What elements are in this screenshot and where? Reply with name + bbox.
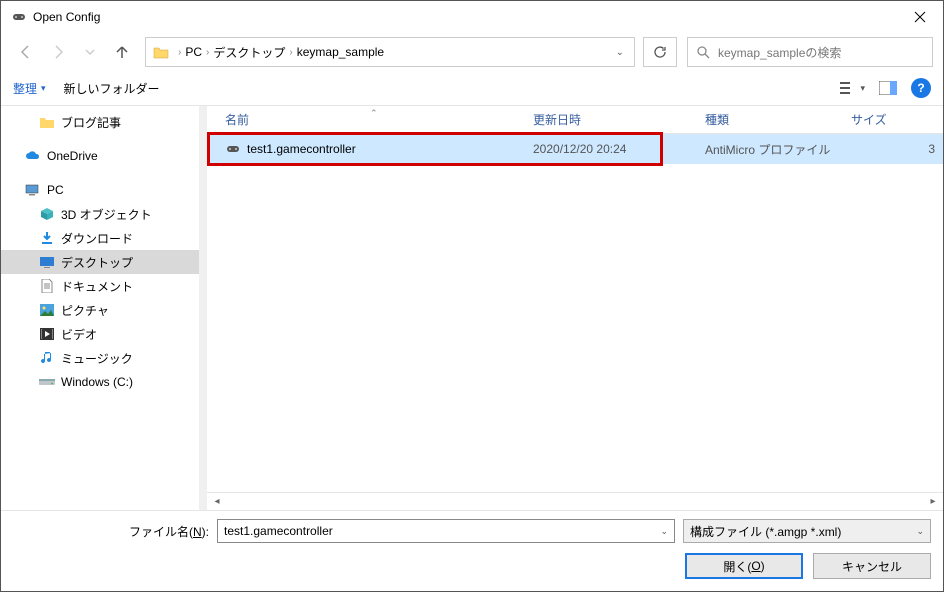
preview-pane-button[interactable]: [879, 81, 897, 95]
file-list: ⌃名前 更新日時 種類 サイズ test1.gamecontroller 202…: [207, 106, 943, 510]
organize-menu[interactable]: 整理▾: [13, 80, 46, 97]
desktop-icon: [39, 254, 55, 270]
search-input[interactable]: keymap_sampleの検索: [687, 37, 933, 67]
chevron-right-icon: ›: [289, 47, 292, 58]
app-icon: [11, 9, 27, 25]
filename-label: ファイル名(N):: [129, 523, 209, 540]
back-button[interactable]: [11, 38, 41, 66]
tree-item-onedrive[interactable]: OneDrive: [1, 144, 199, 168]
nav-row: › PC › デスクトップ › keymap_sample ⌄ keymap_s…: [1, 33, 943, 71]
tree-item-music[interactable]: ミュージック: [1, 346, 199, 370]
open-button[interactable]: 開く(O): [685, 553, 803, 579]
help-button[interactable]: ?: [911, 78, 931, 98]
horizontal-scrollbar[interactable]: ◂ ▸: [207, 492, 943, 510]
crumb-desktop[interactable]: デスクトップ: [213, 44, 285, 61]
file-type: AntiMicro プロファイル: [705, 141, 847, 158]
filetype-select[interactable]: 構成ファイル (*.amgp *.xml)⌄: [683, 519, 931, 543]
col-header-date[interactable]: 更新日時: [533, 111, 705, 128]
window-title: Open Config: [33, 10, 100, 24]
address-dropdown[interactable]: ⌄: [616, 47, 628, 58]
search-placeholder: keymap_sampleの検索: [718, 44, 841, 61]
tree-item-3dobjects[interactable]: 3D オブジェクト: [1, 202, 199, 226]
toolbar: 整理▾ 新しいフォルダー ▾ ?: [1, 71, 943, 105]
col-header-name[interactable]: ⌃名前: [207, 111, 533, 128]
tree-item-blog[interactable]: ブログ記事: [1, 110, 199, 134]
list-header: ⌃名前 更新日時 種類 サイズ: [207, 106, 943, 134]
tree-item-videos[interactable]: ビデオ: [1, 322, 199, 346]
chevron-down-icon[interactable]: ⌄: [916, 526, 924, 537]
folder-icon: [152, 43, 170, 61]
pc-icon: [25, 182, 41, 198]
crumb-folder[interactable]: keymap_sample: [297, 45, 384, 59]
tree-item-documents[interactable]: ドキュメント: [1, 274, 199, 298]
chevron-right-icon: ›: [206, 47, 209, 58]
crumb-pc[interactable]: PC: [185, 45, 202, 59]
document-icon: [39, 278, 55, 294]
titlebar: Open Config: [1, 1, 943, 33]
forward-button[interactable]: [43, 38, 73, 66]
download-icon: [39, 230, 55, 246]
dialog-footer: ファイル名(N): test1.gamecontroller⌄ 構成ファイル (…: [1, 510, 943, 591]
scroll-right-icon[interactable]: ▸: [925, 496, 941, 507]
splitter[interactable]: [199, 106, 207, 510]
cloud-icon: [25, 148, 41, 164]
sort-asc-icon: ⌃: [370, 108, 378, 119]
dialog-body: ブログ記事 OneDrive PC 3D オブジェクト ダウンロード デスクトッ…: [1, 106, 943, 510]
refresh-button[interactable]: [643, 37, 677, 67]
chevron-down-icon[interactable]: ⌄: [660, 526, 668, 537]
file-size: 3: [847, 142, 943, 156]
search-icon: [696, 45, 710, 59]
tree-item-cdrive[interactable]: Windows (C:): [1, 370, 199, 394]
up-button[interactable]: [107, 38, 137, 66]
view-options-button[interactable]: ▾: [840, 81, 865, 95]
scroll-left-icon[interactable]: ◂: [209, 496, 225, 507]
address-bar[interactable]: › PC › デスクトップ › keymap_sample ⌄: [145, 37, 635, 67]
tree-item-pc[interactable]: PC: [1, 178, 199, 202]
file-open-dialog: Open Config › PC › デスクトップ › keymap_sampl…: [0, 0, 944, 592]
recent-dropdown[interactable]: [75, 38, 105, 66]
cancel-button[interactable]: キャンセル: [813, 553, 931, 579]
tree-item-downloads[interactable]: ダウンロード: [1, 226, 199, 250]
video-icon: [39, 326, 55, 342]
filename-input[interactable]: test1.gamecontroller⌄: [217, 519, 675, 543]
cube-icon: [39, 206, 55, 222]
file-name: test1.gamecontroller: [247, 142, 356, 156]
nav-tree[interactable]: ブログ記事 OneDrive PC 3D オブジェクト ダウンロード デスクトッ…: [1, 106, 199, 510]
close-button[interactable]: [897, 1, 943, 33]
file-row[interactable]: test1.gamecontroller 2020/12/20 20:24 An…: [207, 134, 943, 164]
drive-icon: [39, 374, 55, 390]
tree-item-pictures[interactable]: ピクチャ: [1, 298, 199, 322]
tree-item-desktop[interactable]: デスクトップ: [1, 250, 199, 274]
col-header-type[interactable]: 種類: [705, 111, 847, 128]
col-header-size[interactable]: サイズ: [847, 111, 943, 128]
music-icon: [39, 350, 55, 366]
new-folder-button[interactable]: 新しいフォルダー: [64, 80, 160, 97]
file-date: 2020/12/20 20:24: [533, 142, 705, 156]
chevron-right-icon: ›: [178, 47, 181, 58]
folder-icon: [39, 114, 55, 130]
picture-icon: [39, 302, 55, 318]
file-icon: [225, 141, 241, 157]
